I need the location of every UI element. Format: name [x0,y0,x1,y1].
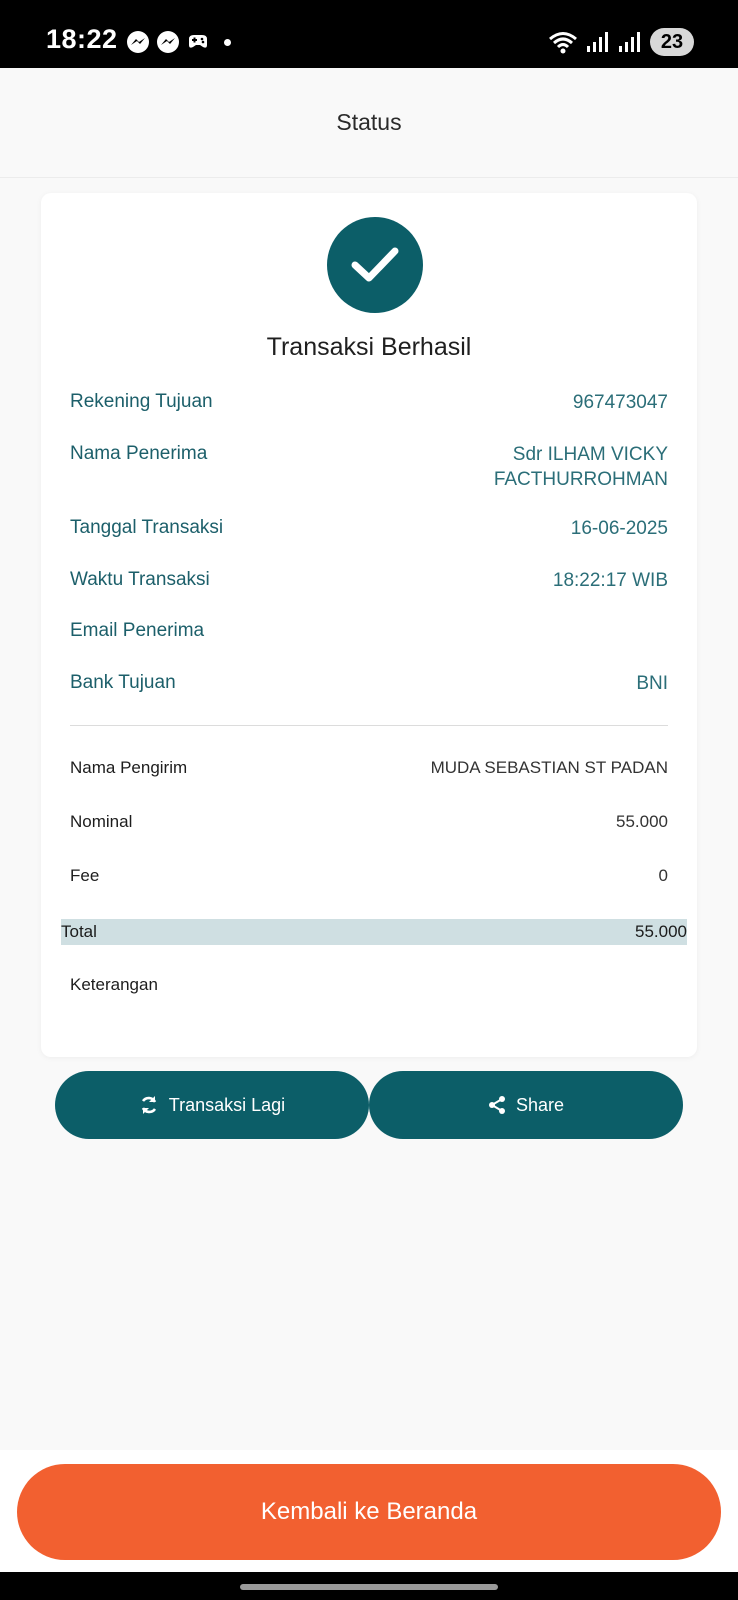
summary-label: Nama Pengirim [70,758,188,777]
detail-row-rekening: Rekening Tujuan 967473047 [70,391,668,416]
detail-row-penerima: Nama Penerima Sdr ILHAM VICKY FACTHURROH… [70,443,668,492]
detail-value: BNI [636,673,668,694]
messenger-icon [127,31,149,53]
detail-value: 16-06-2025 [570,518,668,539]
share-icon [488,1096,505,1114]
recipient-name-line2: FACTHURROHMAN [493,468,668,490]
signal-icon [619,32,640,52]
summary-label: Fee [70,866,100,885]
gesture-handle[interactable] [240,1584,498,1590]
detail-label: Nama Penerima [70,443,208,464]
section-divider [70,725,668,726]
recipient-name-line1: Sdr ILHAM VICKY [512,444,668,465]
summary-label: Nominal [70,812,133,831]
refresh-icon [141,1096,156,1114]
summary-row-fee: Fee 0 [70,866,668,886]
page-header: Status [0,68,738,178]
notification-icons [126,30,231,54]
system-status-icons: 23 [548,28,694,56]
detail-row-bank: Bank Tujuan BNI [70,672,668,697]
navigation-bar [0,1572,738,1600]
success-badge [327,217,423,313]
summary-value: MUDA SEBASTIAN ST PADAN [430,758,668,777]
transaksi-lagi-label: Transaksi Lagi [168,1094,286,1115]
back-to-home-button[interactable]: Kembali ke Beranda [17,1464,721,1560]
summary-value: 0 [658,866,668,885]
total-label: Total [61,922,97,941]
summary-label: Keterangan [70,975,158,994]
status-bar: 18:22 23 [0,0,738,68]
transaksi-lagi-button[interactable]: Transaksi Lagi [55,1071,369,1139]
share-label: Share [515,1094,565,1115]
detail-row-waktu: Waktu Transaksi 18:22:17 WIB [70,569,668,594]
summary-value: 55.000 [616,812,668,831]
summary-row-nominal: Nominal 55.000 [70,812,668,832]
receipt-card: Transaksi Berhasil Rekening Tujuan 96747… [41,193,697,1057]
status-time: 18:22 [46,24,118,54]
messenger-icon [157,31,179,53]
detail-label: Waktu Transaksi [70,569,210,590]
share-button[interactable]: Share [369,1071,683,1139]
back-to-home-label: Kembali ke Beranda [260,1498,478,1525]
summary-row-total: Total 55.000 [61,919,687,945]
detail-value: Sdr ILHAM VICKY FACTHURROHMAN [494,443,668,492]
game-controller-icon [189,35,207,48]
detail-label: Tanggal Transaksi [70,517,224,538]
detail-label: Rekening Tujuan [70,391,213,412]
signal-icon [587,32,608,52]
detail-value: 967473047 [572,392,668,413]
result-title: Transaksi Berhasil [266,333,472,361]
page-title: Status [336,109,402,135]
summary-row-note: Keterangan [70,975,668,995]
detail-row-tanggal: Tanggal Transaksi 16-06-2025 [70,517,668,542]
checkmark-icon [351,247,399,282]
detail-row-email: Email Penerima [70,620,668,642]
summary-row-sender: Nama Pengirim MUDA SEBASTIAN ST PADAN [70,758,668,778]
detail-label: Email Penerima [70,620,205,641]
battery-indicator: 23 [650,28,694,56]
detail-value: 18:22:17 WIB [552,570,668,591]
detail-label: Bank Tujuan [70,672,176,693]
more-notifications-dot [224,38,231,46]
total-value: 55.000 [635,922,687,941]
wifi-icon [549,32,577,54]
